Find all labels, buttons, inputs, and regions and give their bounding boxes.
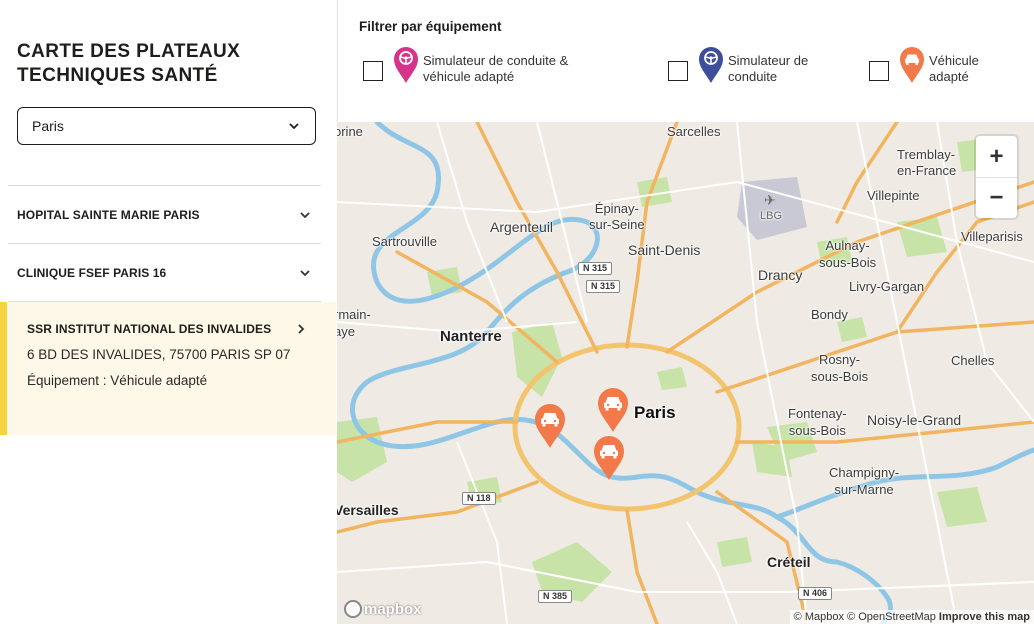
map-label: Épinay- sur-Seine bbox=[589, 201, 645, 232]
map-label: orine bbox=[337, 124, 363, 139]
establishment-equipment: Équipement : Véhicule adapté bbox=[27, 373, 208, 388]
map-label: Bondy bbox=[811, 307, 848, 322]
map-marker-vehicle[interactable] bbox=[597, 387, 629, 433]
mapbox-logo-icon bbox=[344, 600, 362, 618]
city-select-value: Paris bbox=[32, 118, 64, 134]
map-attribution: © Mapbox © OpenStreetMap Improve this ma… bbox=[789, 610, 1034, 624]
filter-label: Véhicule adapté bbox=[929, 53, 979, 84]
sidebar: CARTE DES PLATEAUX TECHNIQUES SANTÉ Pari… bbox=[0, 0, 336, 624]
establishment-name: CLINIQUE FSEF PARIS 16 bbox=[17, 265, 167, 280]
car-icon bbox=[598, 388, 628, 432]
road-shield: N 406 bbox=[798, 587, 833, 600]
road-shield: N 118 bbox=[462, 492, 496, 505]
chevron-down-icon bbox=[298, 266, 312, 280]
map-label: rmain- aye bbox=[337, 307, 371, 339]
airport-icon: ✈ bbox=[764, 192, 776, 208]
osm-attribution-link[interactable]: © OpenStreetMap bbox=[847, 611, 936, 623]
filter-checkbox[interactable] bbox=[363, 61, 383, 81]
car-icon bbox=[535, 404, 565, 448]
mapbox-logo-text: mapbox bbox=[364, 600, 422, 618]
improve-map-link[interactable]: Improve this map bbox=[939, 611, 1030, 623]
map-label: Chelles bbox=[951, 353, 995, 368]
map-label: Sartrouville bbox=[372, 234, 438, 249]
filter-option-simulator-vehicle[interactable]: Simulateur de conduite & véhicule adapté bbox=[363, 46, 613, 85]
accordion-item: HOPITAL SAINTE MARIE PARIS bbox=[8, 185, 321, 243]
accordion-item-active: SSR INSTITUT NATIONAL DES INVALIDES 6 BD… bbox=[0, 302, 336, 435]
map-label: Sarcelles bbox=[667, 124, 721, 139]
map-label: Fontenay- sous-Bois bbox=[788, 406, 847, 438]
map-label: Rosny- sous-Bois bbox=[811, 352, 869, 384]
map[interactable]: orine Sartrouville Argenteuil Épinay- su… bbox=[337, 122, 1034, 624]
equipment-filter-bar: Filtrer par équipement Simulateur de con… bbox=[337, 0, 1034, 122]
map-label: Noisy-le-Grand bbox=[867, 412, 962, 428]
road-shield: N 315 bbox=[578, 262, 613, 275]
mapbox-attribution-link[interactable]: © Mapbox bbox=[794, 611, 844, 623]
establishment-name: HOPITAL SAINTE MARIE PARIS bbox=[17, 207, 200, 222]
city-select[interactable]: Paris bbox=[17, 107, 316, 145]
filter-label: Simulateur de conduite & véhicule adapté bbox=[423, 53, 569, 84]
filter-checkbox[interactable] bbox=[668, 61, 688, 81]
zoom-in-button[interactable]: + bbox=[976, 136, 1017, 177]
map-label-paris: Paris bbox=[634, 403, 676, 422]
filter-option-vehicle[interactable]: Véhicule adapté bbox=[869, 46, 999, 85]
map-background bbox=[337, 122, 1034, 624]
establishment-address: 6 BD DES INVALIDES, 75700 PARIS SP 07 bbox=[27, 347, 291, 362]
steering-wheel-car-icon bbox=[393, 46, 419, 84]
map-label: Nanterre bbox=[440, 328, 502, 345]
map-label: Versailles bbox=[337, 502, 399, 518]
road-shield: N 315 bbox=[586, 280, 621, 293]
filter-option-simulator[interactable]: Simulateur de conduite bbox=[668, 46, 838, 85]
accordion-item: CLINIQUE FSEF PARIS 16 bbox=[8, 243, 321, 301]
map-label: Champigny- sur-Marne bbox=[829, 465, 900, 497]
zoom-control: + − bbox=[976, 136, 1017, 218]
chevron-down-icon bbox=[287, 119, 301, 133]
accordion-header-hopital-sainte-marie[interactable]: HOPITAL SAINTE MARIE PARIS bbox=[8, 186, 321, 243]
accordion-header-clinique-fsef[interactable]: CLINIQUE FSEF PARIS 16 bbox=[8, 244, 321, 301]
map-label: LBG bbox=[760, 210, 783, 222]
chevron-right-icon bbox=[294, 322, 308, 336]
chevron-down-icon bbox=[298, 208, 312, 222]
filter-checkbox[interactable] bbox=[869, 61, 889, 81]
map-label: Argenteuil bbox=[490, 219, 554, 235]
map-label: Aulnay- sous-Bois bbox=[819, 238, 877, 270]
accordion-header-ssr-invalides[interactable]: SSR INSTITUT NATIONAL DES INVALIDES bbox=[7, 302, 336, 336]
map-label: Créteil bbox=[767, 554, 811, 570]
map-label: Tremblay- en-France bbox=[897, 147, 957, 178]
map-label: Livry-Gargan bbox=[849, 279, 925, 294]
map-label: Saint-Denis bbox=[628, 242, 701, 258]
car-icon bbox=[594, 436, 624, 480]
steering-wheel-icon bbox=[698, 46, 724, 84]
filter-title: Filtrer par équipement bbox=[359, 19, 502, 34]
map-label: Villeparisis bbox=[961, 229, 1023, 244]
map-marker-vehicle[interactable] bbox=[593, 435, 625, 481]
map-label: Villepinte bbox=[867, 188, 920, 203]
zoom-out-button[interactable]: − bbox=[976, 177, 1017, 218]
page-title: CARTE DES PLATEAUX TECHNIQUES SANTÉ bbox=[17, 41, 241, 86]
mapbox-logo[interactable]: mapbox bbox=[344, 600, 422, 618]
establishment-details: 6 BD DES INVALIDES, 75700 PARIS SP 07 Éq… bbox=[7, 336, 336, 389]
road-shield: N 385 bbox=[538, 590, 573, 603]
establishment-name: SSR INSTITUT NATIONAL DES INVALIDES bbox=[27, 322, 272, 336]
map-label: Drancy bbox=[758, 267, 803, 283]
map-marker-vehicle[interactable] bbox=[534, 403, 566, 449]
car-icon bbox=[899, 46, 925, 84]
filter-label: Simulateur de conduite bbox=[728, 53, 809, 84]
